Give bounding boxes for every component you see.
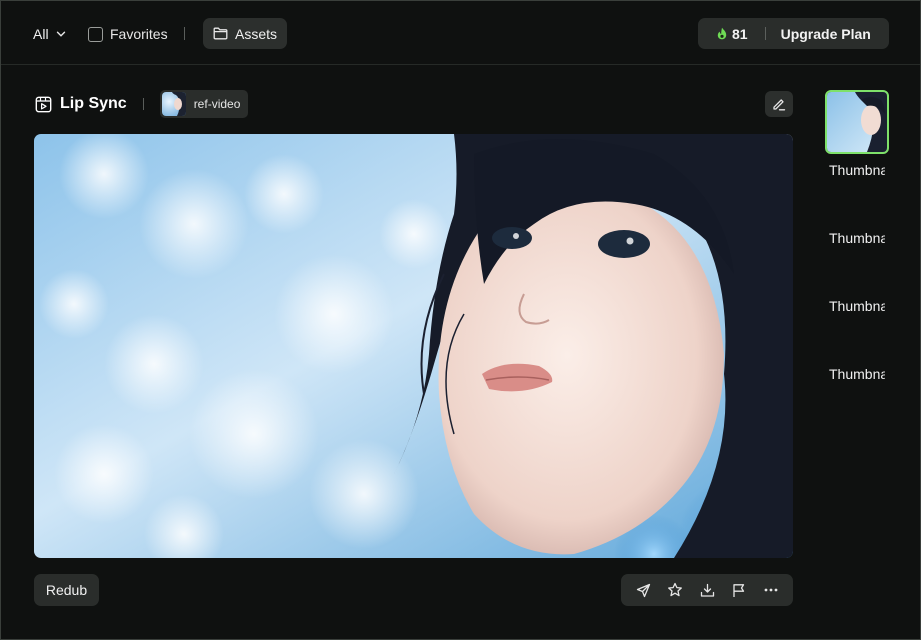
upgrade-plan-button[interactable]: Upgrade Plan [781, 26, 871, 42]
thumbnail-label[interactable]: Thumbnail [829, 162, 885, 178]
send-icon [636, 583, 650, 597]
reference-video-chip[interactable]: ref-video [159, 90, 249, 118]
divider [764, 27, 766, 40]
flame-icon [717, 27, 727, 40]
filter-dropdown[interactable]: All [33, 25, 66, 43]
generated-video-preview[interactable] [34, 134, 793, 558]
divider [184, 27, 185, 40]
redub-button[interactable]: Redub [34, 574, 99, 606]
thumbnail-label[interactable]: Thumbnail [829, 230, 885, 246]
favorite-button[interactable] [663, 578, 687, 602]
more-button[interactable] [759, 578, 783, 602]
filter-label: All [33, 26, 49, 42]
folder-icon [213, 27, 228, 40]
edit-button[interactable] [765, 91, 793, 117]
chevron-down-icon [56, 31, 65, 37]
credits-count: 81 [732, 25, 748, 42]
thumbnail-image [827, 92, 887, 152]
film-icon [35, 96, 52, 112]
thumbnail-label[interactable]: Thumbnail [829, 298, 885, 314]
star-icon [668, 582, 682, 597]
assets-button[interactable]: Assets [203, 18, 287, 49]
action-bar [621, 574, 793, 606]
page-title: Lip Sync [35, 95, 127, 113]
share-button[interactable] [631, 578, 655, 602]
divider [142, 98, 144, 110]
app-window: All Favorites Assets 81 Upgrade Plan Lip… [0, 0, 921, 640]
edit-icon [773, 99, 786, 111]
assets-label: Assets [234, 25, 277, 42]
portrait-image [34, 134, 793, 558]
favorites-checkbox[interactable] [88, 26, 103, 42]
title-row: Lip Sync ref-video [35, 90, 249, 118]
download-icon [700, 583, 714, 597]
reference-label: ref-video [193, 97, 241, 111]
credits-counter: 81 [716, 26, 748, 42]
download-button[interactable] [695, 578, 719, 602]
favorites-toggle[interactable]: Favorites [88, 25, 168, 43]
thumbnail-selected[interactable] [825, 90, 889, 154]
top-bar: All Favorites Assets 81 Upgrade Plan [1, 1, 920, 65]
more-icon [764, 588, 778, 592]
favorites-label: Favorites [110, 26, 168, 42]
thumbnail-label[interactable]: Thumbnail [829, 366, 885, 382]
title-text: Lip Sync [60, 95, 127, 112]
reference-thumbnail [161, 92, 186, 116]
flag-icon [733, 583, 745, 597]
plan-pill: 81 Upgrade Plan [698, 18, 889, 49]
report-button[interactable] [727, 578, 751, 602]
